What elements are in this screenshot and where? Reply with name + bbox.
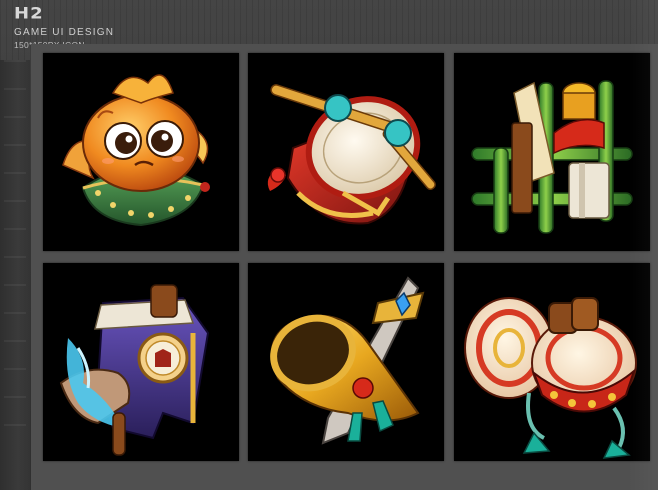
golden-horn-sword-icon <box>270 276 425 445</box>
icon-tile-spinning-top[interactable] <box>454 263 650 461</box>
brand-logo: H2 <box>14 4 44 24</box>
icon-tile-horn[interactable] <box>248 263 444 461</box>
bamboo-scroll-rack-icon <box>471 80 633 234</box>
armor-shield-fountain-icon <box>59 284 210 456</box>
icon-tile-bamboo[interactable] <box>454 53 650 251</box>
icon-tile-goldfish[interactable] <box>43 53 239 251</box>
festival-drum-icon <box>267 84 436 225</box>
left-decorative-strip <box>0 60 30 490</box>
page-subtitle: GAME UI DESIGN <box>14 27 115 38</box>
icon-tile-drum[interactable] <box>248 53 444 251</box>
spinning-top-drums-icon <box>464 297 637 459</box>
goldfish-on-cushion-icon <box>62 74 210 227</box>
right-edge-highlight <box>628 0 658 490</box>
icon-tile-armor[interactable] <box>43 263 239 461</box>
